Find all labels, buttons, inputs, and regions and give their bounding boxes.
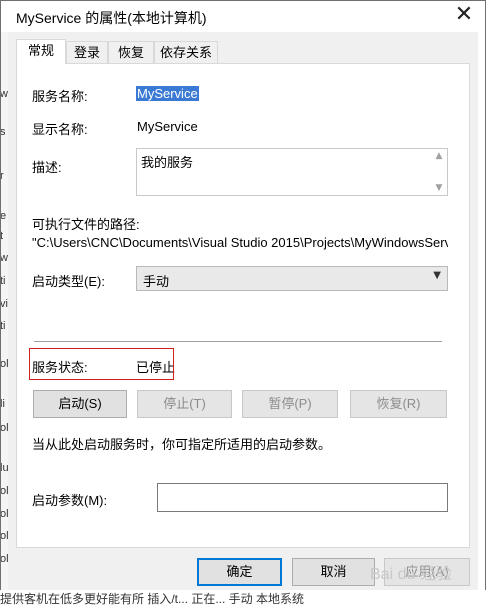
status-highlight-box [29,348,174,380]
start-params-input[interactable] [157,483,448,512]
baidu-watermark: Bai du 经验 [370,566,452,583]
startup-type-label: 启动类型(E): [32,274,105,289]
arrow-down-icon[interactable]: ▼ [431,181,447,195]
tab-general[interactable]: 常规 [16,39,66,64]
start-button[interactable]: 启动(S) [33,390,127,418]
separator [34,341,442,342]
background-fragment: ti [0,275,6,287]
background-bottom-fragment: 提供客机在低多更好能有所 插入/t... 正在... 手动 本地系统 [0,590,486,605]
background-fragment: ol [0,508,8,520]
background-fragment: ol [0,422,8,434]
cancel-button[interactable]: 取消 [292,558,375,586]
close-icon[interactable]: ✕ [452,4,476,28]
ok-button[interactable]: 确定 [197,558,282,586]
service-name-selected-text[interactable]: MyService [136,86,199,101]
description-label: 描述: [32,160,62,175]
start-params-label: 启动参数(M): [32,493,108,508]
exe-path-value[interactable]: "C:\Users\CNC\Documents\Visual Studio 20… [32,235,448,250]
description-scrollbar[interactable]: ▲ ▼ [431,149,447,195]
tab-dependencies[interactable]: 依存关系 [154,41,218,63]
background-fragment: ti [0,320,6,332]
background-fragment: ol [0,485,8,497]
startup-type-value: 手动 [143,274,170,289]
start-params-hint: 当从此处启动服务时，你可指定所适用的启动参数。 [32,437,332,452]
background-fragment: w [0,88,8,100]
background-fragment: e [0,210,7,222]
background-fragment: vi [0,298,8,310]
description-text[interactable]: 我的服务 [141,152,193,171]
background-fragment: w [0,252,8,264]
stop-button[interactable]: 停止(T) [137,390,232,418]
startup-type-dropdown[interactable]: 手动 ▼ [136,266,448,291]
background-fragment: t [0,230,4,242]
display-name-value[interactable]: MyService [137,119,198,134]
tab-recovery[interactable]: 恢复 [108,41,154,63]
service-name-value[interactable]: MyService [136,86,199,101]
background-fragment: ol [0,358,8,370]
resume-button[interactable]: 恢复(R) [350,390,447,418]
window-title: MyService 的属性(本地计算机) [16,10,207,26]
display-name-label: 显示名称: [32,122,88,137]
background-fragment: li [0,398,5,410]
background-fragment: ol [0,530,8,542]
background-fragment: s [0,126,6,138]
pause-button[interactable]: 暂停(P) [242,390,338,418]
background-fragment: lu [0,462,8,474]
service-name-label: 服务名称: [32,89,88,104]
arrow-up-icon[interactable]: ▲ [431,149,447,163]
background-fragment: ol [0,553,8,565]
background-fragment: r [0,170,4,182]
exe-path-label: 可执行文件的路径: [32,217,140,232]
description-textbox[interactable]: 我的服务 ▲ ▼ [136,148,448,196]
tab-logon[interactable]: 登录 [66,41,108,63]
chevron-down-icon[interactable]: ▼ [433,270,441,281]
